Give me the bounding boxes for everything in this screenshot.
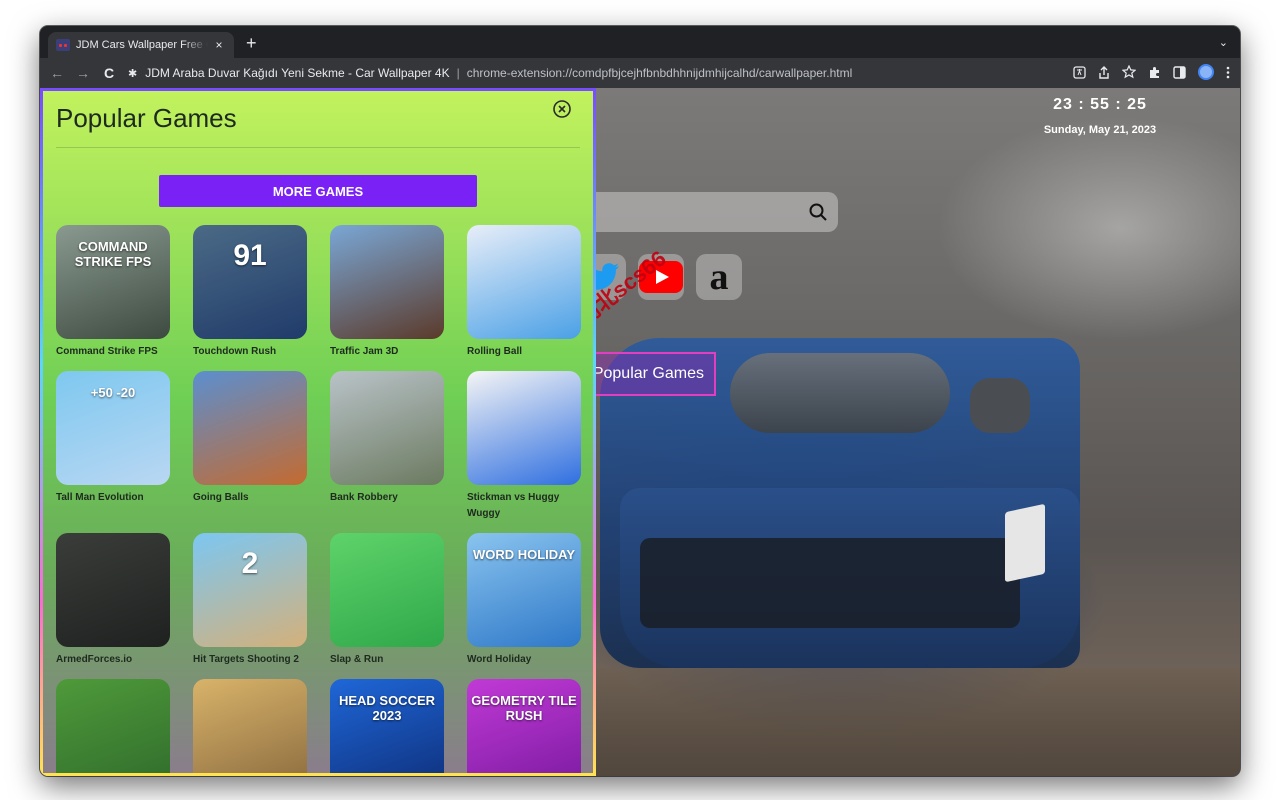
- panel-divider: [56, 147, 580, 148]
- new-tab-page: 23 : 55 : 25 Sunday, May 21, 2023 a Popu…: [40, 88, 1240, 776]
- game-thumbnail-text: WORD HOLIDAY: [472, 547, 576, 562]
- toolbar-actions: [1073, 64, 1230, 80]
- clock-date: Sunday, May 21, 2023: [1043, 124, 1157, 136]
- game-card[interactable]: Going Balls: [193, 371, 307, 506]
- popular-games-panel: Popular Games MORE GAMES COMMAND STRIKE …: [40, 88, 596, 776]
- more-games-button[interactable]: MORE GAMES: [159, 175, 477, 207]
- close-icon[interactable]: [552, 99, 572, 119]
- game-name[interactable]: Going Balls: [193, 490, 307, 506]
- game-card[interactable]: WORD HOLIDAY Word Holiday: [467, 533, 581, 668]
- panel-title: Popular Games: [56, 103, 237, 133]
- profile-avatar[interactable]: [1198, 64, 1214, 80]
- game-name[interactable]: Command Strike FPS: [56, 344, 170, 360]
- popular-games-button[interactable]: Popular Games: [590, 352, 716, 396]
- game-thumbnail[interactable]: [56, 679, 170, 773]
- translate-icon[interactable]: [1073, 65, 1086, 79]
- game-thumbnail[interactable]: GEOMETRY TILE RUSH: [467, 679, 581, 773]
- game-thumbnail[interactable]: 91: [193, 225, 307, 339]
- game-thumbnail[interactable]: HEAD SOCCER 2023: [330, 679, 444, 773]
- game-thumbnail-text: HEAD SOCCER 2023: [338, 693, 436, 723]
- wallpaper-car-headlight-2: [970, 378, 1030, 433]
- side-panel-icon[interactable]: [1173, 65, 1186, 79]
- wallpaper-car-headlight: [730, 353, 950, 433]
- game-card[interactable]: Bank Robbery: [330, 371, 444, 506]
- game-name[interactable]: ArmedForces.io: [56, 652, 170, 668]
- browser-toolbar: ← → C ✱ JDM Araba Duvar Kağıdı Yeni Sekm…: [40, 58, 1240, 88]
- extension-puzzle-icon: ✱: [128, 67, 138, 80]
- game-card[interactable]: 91 Touchdown Rush: [193, 225, 307, 360]
- bookmark-star-icon[interactable]: [1122, 65, 1136, 79]
- game-thumbnail[interactable]: [467, 225, 581, 339]
- new-tab-button[interactable]: +: [246, 34, 257, 52]
- game-card[interactable]: Stickman vs Huggy Wuggy: [467, 371, 581, 522]
- game-card[interactable]: ArmedForces.io: [56, 533, 170, 668]
- game-card[interactable]: +50 -20 Tall Man Evolution: [56, 371, 170, 506]
- game-thumbnail[interactable]: [330, 533, 444, 647]
- game-thumbnail[interactable]: COMMAND STRIKE FPS: [56, 225, 170, 339]
- game-card[interactable]: 2 Hit Targets Shooting 2: [193, 533, 307, 668]
- address-bar-url: chrome-extension://comdpfbjcejhfbnbdhhni…: [466, 66, 853, 80]
- tab-title: JDM Cars Wallpaper Free Chro: [76, 39, 208, 51]
- search-icon[interactable]: [808, 202, 828, 222]
- browser-window: JDM Cars Wallpaper Free Chro × + ⌄ ← → C…: [40, 26, 1240, 776]
- game-card[interactable]: HEAD SOCCER 2023: [330, 679, 444, 773]
- tab-strip: JDM Cars Wallpaper Free Chro × + ⌄: [40, 26, 1240, 58]
- game-thumbnail[interactable]: 2: [193, 533, 307, 647]
- game-name[interactable]: Traffic Jam 3D: [330, 344, 444, 360]
- game-name[interactable]: Word Holiday: [467, 652, 581, 668]
- clock-time: 23 : 55 : 25: [1053, 96, 1147, 113]
- game-thumbnail[interactable]: [193, 371, 307, 485]
- game-name[interactable]: Rolling Ball: [467, 344, 581, 360]
- game-thumbnail[interactable]: [330, 225, 444, 339]
- game-thumbnail[interactable]: +50 -20: [56, 371, 170, 485]
- search-input[interactable]: [580, 192, 838, 232]
- amazon-icon[interactable]: a: [696, 254, 742, 300]
- address-bar[interactable]: ✱ JDM Araba Duvar Kağıdı Yeni Sekme - Ca…: [128, 62, 1128, 84]
- game-card[interactable]: Rolling Ball: [467, 225, 581, 360]
- game-card[interactable]: [193, 679, 307, 773]
- game-card[interactable]: COMMAND STRIKE FPS Command Strike FPS: [56, 225, 170, 360]
- reload-button[interactable]: C: [96, 65, 122, 81]
- browser-tab[interactable]: JDM Cars Wallpaper Free Chro ×: [48, 32, 234, 58]
- game-name[interactable]: Bank Robbery: [330, 490, 444, 506]
- forward-button[interactable]: →: [70, 65, 96, 81]
- game-thumbnail[interactable]: WORD HOLIDAY: [467, 533, 581, 647]
- game-thumbnail-text: GEOMETRY TILE RUSH: [471, 693, 577, 723]
- game-name[interactable]: Slap & Run: [330, 652, 444, 668]
- game-thumbnail-text: +50 -20: [90, 385, 136, 400]
- game-name[interactable]: Hit Targets Shooting 2: [193, 652, 307, 668]
- game-thumbnail-text: COMMAND STRIKE FPS: [74, 239, 152, 269]
- game-thumbnail[interactable]: [56, 533, 170, 647]
- game-card[interactable]: Traffic Jam 3D: [330, 225, 444, 360]
- wallpaper-car-grille: [640, 538, 1020, 628]
- clock-widget: 23 : 55 : 25 Sunday, May 21, 2023: [1020, 96, 1180, 136]
- tab-close-icon[interactable]: ×: [212, 38, 226, 52]
- address-bar-title: JDM Araba Duvar Kağıdı Yeni Sekme - Car …: [145, 66, 450, 80]
- wallpaper-car-plate: [1005, 503, 1045, 583]
- back-button[interactable]: ←: [44, 65, 70, 81]
- game-card[interactable]: Slap & Run: [330, 533, 444, 668]
- address-bar-separator: |: [456, 66, 460, 80]
- share-icon[interactable]: [1098, 65, 1110, 79]
- game-name[interactable]: Touchdown Rush: [193, 344, 307, 360]
- game-thumbnail[interactable]: [193, 679, 307, 773]
- wallpaper-ground: [580, 668, 1240, 776]
- tab-search-chevron-icon[interactable]: ⌄: [1219, 36, 1228, 49]
- game-card[interactable]: [56, 679, 170, 773]
- menu-kebab-icon[interactable]: [1226, 66, 1230, 79]
- game-card[interactable]: GEOMETRY TILE RUSH: [467, 679, 581, 773]
- game-thumbnail[interactable]: [467, 371, 581, 485]
- tab-favicon-icon: [56, 39, 70, 51]
- game-thumbnail-text: 2: [241, 547, 259, 580]
- game-name[interactable]: Stickman vs Huggy Wuggy: [467, 490, 581, 522]
- extensions-icon[interactable]: [1148, 66, 1161, 79]
- game-thumbnail-text: 91: [233, 239, 267, 272]
- game-thumbnail[interactable]: [330, 371, 444, 485]
- game-name[interactable]: Tall Man Evolution: [56, 490, 170, 506]
